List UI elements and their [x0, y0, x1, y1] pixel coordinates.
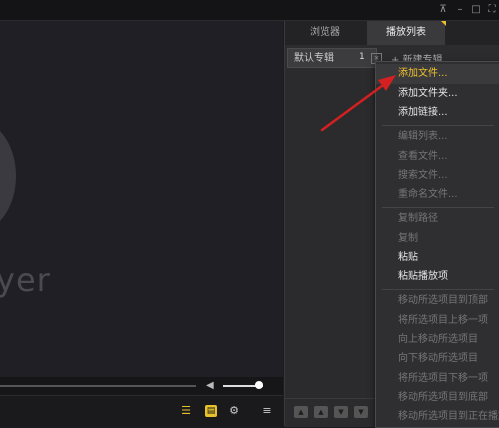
menu-item-rename-file[interactable]: 重命名文件...: [376, 185, 499, 205]
seek-bar-row: ◀: [0, 377, 283, 395]
video-area[interactable]: yer: [0, 21, 283, 377]
minimize-button[interactable]: –: [453, 3, 467, 17]
menu-item-label: 复制: [398, 233, 418, 244]
menu-item-move-up-one[interactable]: 将所选项目上移一项: [376, 311, 499, 331]
menu-item-copy-path[interactable]: 复制路径: [376, 209, 499, 229]
menu-separator: [382, 207, 494, 208]
move-down-icon[interactable]: ▼: [334, 406, 348, 418]
move-bottom-icon[interactable]: ▼: [354, 406, 368, 418]
search-list-icon[interactable]: ☰: [178, 403, 194, 419]
menu-item-paste-play[interactable]: 粘贴播放项: [376, 267, 499, 287]
volume-icon[interactable]: ◀: [206, 380, 214, 391]
menu-item-edit-list[interactable]: 编辑列表...: [376, 127, 499, 147]
menu-item-label: 添加文件...: [398, 68, 448, 79]
menu-item-label: 添加文件夹...: [398, 88, 458, 99]
player-logo-text: yer: [0, 261, 51, 299]
menu-item-label: 移动所选项目到正在播放: [398, 411, 499, 422]
menu-item-label: 编辑列表...: [398, 131, 448, 142]
album-tab-label: 默认专辑: [294, 53, 334, 64]
menu-item-move-down[interactable]: 向下移动所选项目: [376, 349, 499, 369]
move-up-icon[interactable]: ▲: [314, 406, 328, 418]
menu-item-move-to-playing[interactable]: 移动所选项目到正在播放: [376, 407, 499, 427]
menu-item-paste[interactable]: 粘贴: [376, 248, 499, 268]
menu-separator: [382, 289, 494, 290]
menu-item-search-file[interactable]: 搜索文件...: [376, 166, 499, 186]
menu-item-label: 移动所选项目到底部: [398, 392, 488, 403]
menu-item-label: 添加链接...: [398, 107, 448, 118]
maximize-button[interactable]: □: [469, 3, 483, 17]
seek-slider[interactable]: [0, 385, 196, 387]
menu-item-move-to-bottom[interactable]: 移动所选项目到底部: [376, 388, 499, 408]
fullscreen-button[interactable]: ⛶: [485, 3, 499, 17]
menu-item-add-link[interactable]: 添加链接...: [376, 103, 499, 123]
active-tab-marker: [441, 21, 446, 26]
menu-item-view-file[interactable]: 查看文件...: [376, 147, 499, 167]
bottom-toolbar: ☰ ▤ ⚙ ≡: [0, 395, 283, 427]
menu-item-label: 粘贴: [398, 252, 418, 263]
menu-item-label: 移动所选项目到顶部: [398, 295, 488, 306]
menu-item-label: 将所选项目上移一项: [398, 315, 488, 326]
menu-item-label: 重命名文件...: [398, 189, 458, 200]
album-count: 1: [359, 52, 365, 62]
player-logo-circle: [0, 121, 16, 231]
volume-slider-knob[interactable]: [255, 381, 263, 389]
context-menu: 添加文件... 添加文件夹... 添加链接... 编辑列表... 查看文件...…: [375, 61, 499, 428]
menu-item-label: 向上移动所选项目: [398, 334, 478, 345]
menu-item-label: 查看文件...: [398, 151, 448, 162]
tab-browser[interactable]: 浏览器: [285, 21, 365, 45]
menu-item-label: 将所选项目下移一项: [398, 373, 488, 384]
menu-item-add-folder[interactable]: 添加文件夹...: [376, 84, 499, 104]
tab-playlist[interactable]: 播放列表: [367, 21, 445, 45]
menu-item-label: 向下移动所选项目: [398, 353, 478, 364]
menu-item-move-to-top[interactable]: 移动所选项目到顶部: [376, 291, 499, 311]
move-top-icon[interactable]: ▲: [294, 406, 308, 418]
playlist-toggle-icon[interactable]: ▤: [205, 405, 217, 417]
panel-tabs: 浏览器 播放列表: [285, 21, 499, 45]
menu-icon[interactable]: ≡: [259, 403, 275, 419]
menu-separator: [382, 125, 494, 126]
menu-item-copy[interactable]: 复制: [376, 229, 499, 249]
menu-item-move-up[interactable]: 向上移动所选项目: [376, 330, 499, 350]
menu-item-move-down-one[interactable]: 将所选项目下移一项: [376, 369, 499, 389]
title-bar: ⊼ – □ ⛶: [0, 0, 499, 21]
menu-item-label: 粘贴播放项: [398, 271, 448, 282]
menu-item-label: 搜索文件...: [398, 170, 448, 181]
menu-item-add-file[interactable]: 添加文件...: [376, 64, 499, 84]
menu-item-label: 复制路径: [398, 213, 438, 224]
pin-icon[interactable]: ⊼: [436, 3, 450, 17]
gear-icon[interactable]: ⚙: [226, 403, 242, 419]
